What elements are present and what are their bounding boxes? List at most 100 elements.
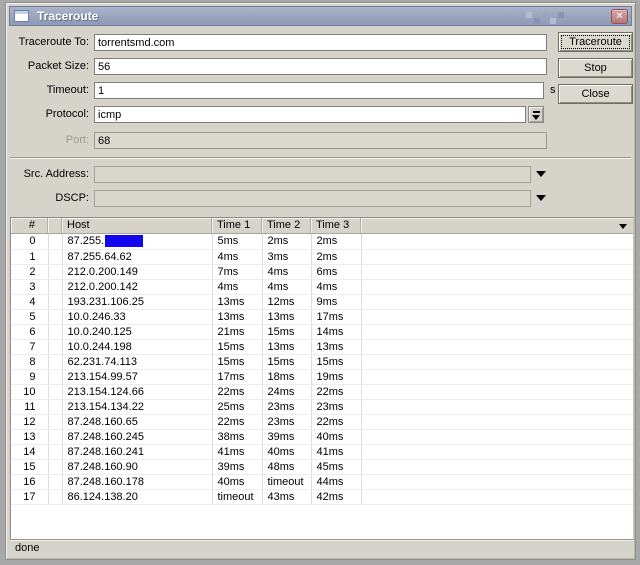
cell-filler [361,279,633,294]
table-row[interactable]: 610.0.240.12521ms15ms14ms [11,324,633,339]
cell-number: 7 [11,339,48,354]
cell-time3: 45ms [311,459,361,474]
titlebar-pattern [550,18,556,24]
cell-time1: 40ms [212,474,262,489]
titlebar-pattern [534,18,540,24]
table-row[interactable]: 1387.248.160.24538ms39ms40ms [11,429,633,444]
cell-time1: 13ms [212,309,262,324]
cell-filler [361,234,633,249]
cell-time1: 25ms [212,399,262,414]
table-row[interactable]: 1287.248.160.6522ms23ms22ms [11,414,633,429]
cell-time3: 15ms [311,354,361,369]
cell-host: 87.255.64.62 [62,249,212,264]
cell-filler [361,249,633,264]
cell-time1: 17ms [212,369,262,384]
cell-host: 212.0.200.142 [62,279,212,294]
cell-host: 86.124.138.20 [62,489,212,504]
table-row[interactable]: 862.231.74.11315ms15ms15ms [11,354,633,369]
cell-time3: 2ms [311,234,361,249]
table-row[interactable]: 1786.124.138.20timeout43ms42ms [11,489,633,504]
cell-spacer [48,459,62,474]
cell-filler [361,339,633,354]
close-button[interactable]: Close [558,84,633,104]
cell-time3: 42ms [311,489,361,504]
cell-time2: 24ms [262,384,311,399]
dropdown-bar-icon [533,111,540,113]
cell-time2: 15ms [262,324,311,339]
src-address-dropdown-arrow[interactable] [536,171,546,177]
cell-time1: 41ms [212,444,262,459]
close-icon[interactable]: ✕ [611,9,628,24]
table-row[interactable]: 1487.248.160.24141ms40ms41ms [11,444,633,459]
column-header-time2[interactable]: Time 2 [262,218,311,233]
cell-number: 14 [11,444,48,459]
protocol-dropdown-button[interactable] [528,106,544,123]
table-row[interactable]: 1687.248.160.17840mstimeout44ms [11,474,633,489]
cell-spacer [48,414,62,429]
column-chooser-dropdown[interactable] [616,221,630,232]
cell-host: 213.154.134.22 [62,399,212,414]
column-header-time1[interactable]: Time 1 [212,218,262,233]
table-header: # Host Time 1 Time 2 Time 3 [11,218,633,234]
cell-time3: 40ms [311,429,361,444]
cell-filler [361,369,633,384]
cell-time1: 21ms [212,324,262,339]
stop-button[interactable]: Stop [558,58,633,78]
cell-host: 62.231.74.113 [62,354,212,369]
cell-time2: 4ms [262,279,311,294]
table-row[interactable]: 10213.154.124.6622ms24ms22ms [11,384,633,399]
table-row[interactable]: 710.0.244.19815ms13ms13ms [11,339,633,354]
timeout-input[interactable] [94,82,544,99]
cell-number: 2 [11,264,48,279]
cell-spacer [48,444,62,459]
table-row[interactable]: 087.255.5ms2ms2ms [11,234,633,249]
cell-time2: 39ms [262,429,311,444]
table-row[interactable]: 4193.231.106.2513ms12ms9ms [11,294,633,309]
window-title: Traceroute [37,9,98,23]
traceroute-button[interactable]: Traceroute [558,32,633,52]
cell-spacer [48,399,62,414]
cell-spacer [48,279,62,294]
cell-host: 213.154.99.57 [62,369,212,384]
cell-host: 87.255. [62,234,212,249]
cell-number: 5 [11,309,48,324]
table-row[interactable]: 11213.154.134.2225ms23ms23ms [11,399,633,414]
column-header-spacer[interactable] [48,218,62,233]
traceroute-to-input[interactable] [94,34,547,51]
title-bar[interactable]: Traceroute ✕ [9,6,632,26]
table-row[interactable]: 510.0.246.3313ms13ms17ms [11,309,633,324]
dscp-dropdown-arrow[interactable] [536,195,546,201]
src-address-input[interactable] [94,166,531,183]
column-header-filler [361,218,633,233]
cell-host: 87.248.160.178 [62,474,212,489]
titlebar-pattern [542,12,548,18]
table-row[interactable]: 3212.0.200.1424ms4ms4ms [11,279,633,294]
column-header-number[interactable]: # [11,218,48,233]
table-row[interactable]: 9213.154.99.5717ms18ms19ms [11,369,633,384]
cell-spacer [48,324,62,339]
table-row[interactable]: 2212.0.200.1497ms4ms6ms [11,264,633,279]
cell-time1: 13ms [212,294,262,309]
cell-host: 212.0.200.149 [62,264,212,279]
chevron-down-icon [536,195,546,201]
packet-size-input[interactable] [94,58,547,75]
section-divider [10,157,631,159]
column-header-time3[interactable]: Time 3 [311,218,361,233]
dscp-input[interactable] [94,190,531,207]
cell-time1: 5ms [212,234,262,249]
table-body: 087.255.5ms2ms2ms187.255.64.624ms3ms2ms2… [11,234,633,505]
cell-time2: 4ms [262,264,311,279]
column-header-host[interactable]: Host [62,218,212,233]
table-row[interactable]: 1587.248.160.9039ms48ms45ms [11,459,633,474]
cell-time1: 15ms [212,339,262,354]
cell-time1: timeout [212,489,262,504]
cell-time3: 44ms [311,474,361,489]
cell-filler [361,459,633,474]
status-text: done [15,542,39,554]
cell-time3: 22ms [311,384,361,399]
table-row[interactable]: 187.255.64.624ms3ms2ms [11,249,633,264]
cell-filler [361,414,633,429]
traceroute-dialog: Traceroute ✕ Traceroute To: Packet Size:… [5,2,636,560]
protocol-input[interactable] [94,106,526,123]
traceroute-to-label: Traceroute To: [6,34,89,51]
